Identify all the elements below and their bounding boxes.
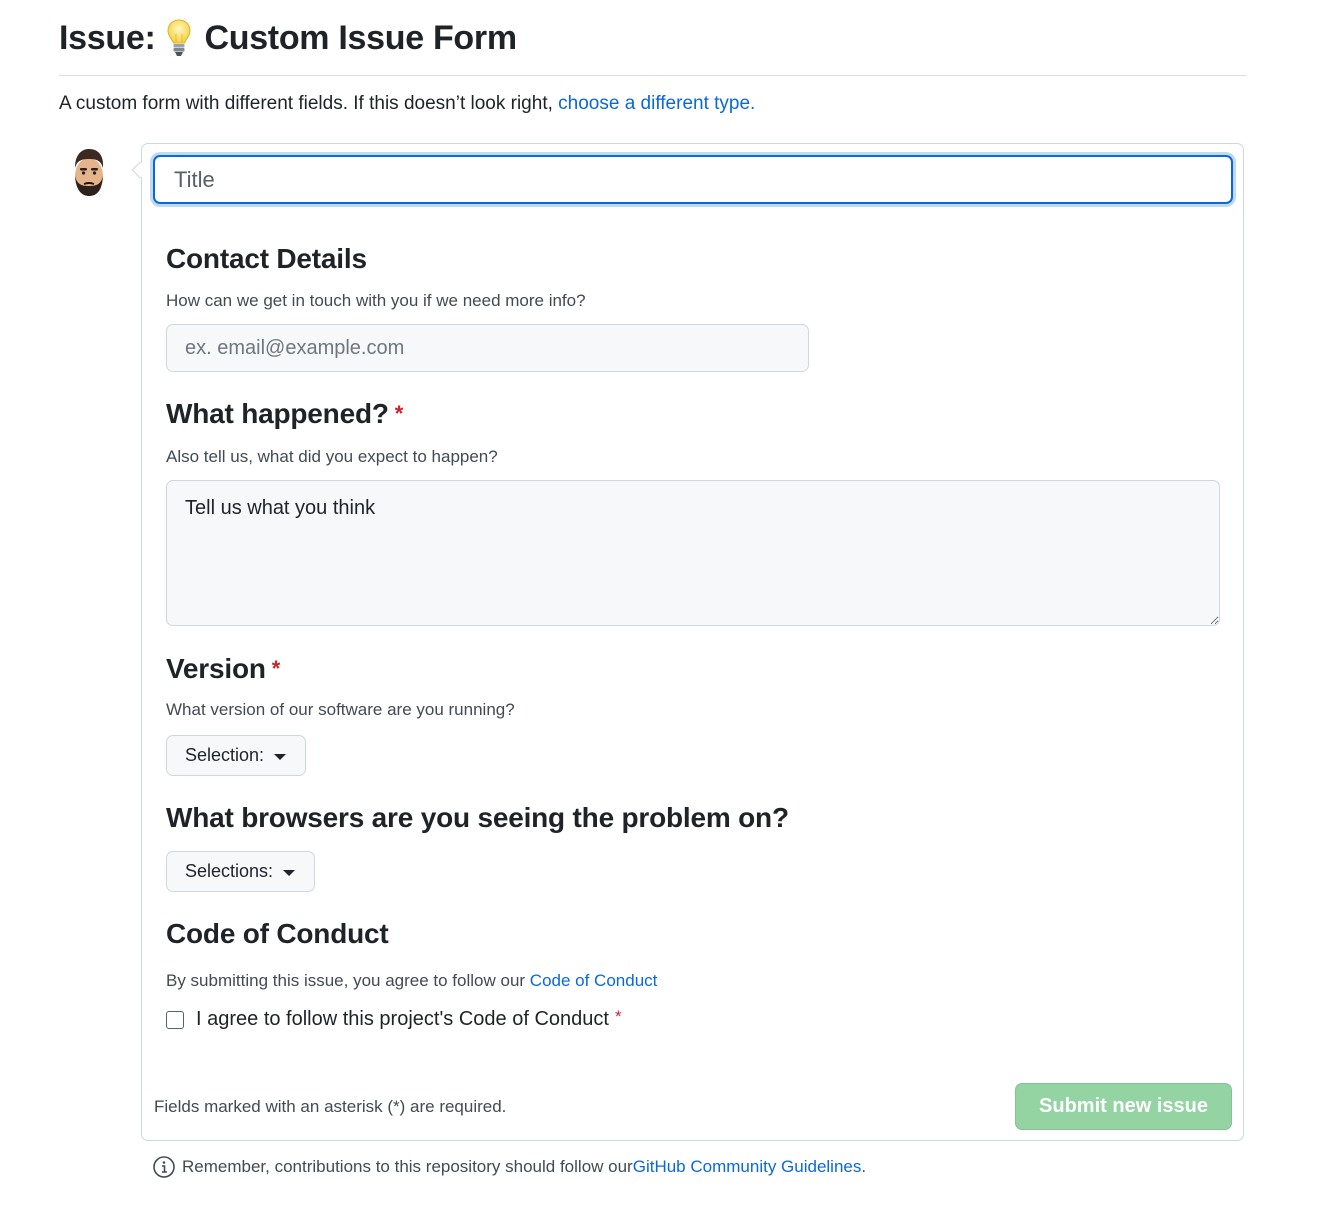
header-divider (59, 75, 1246, 76)
browsers-heading: What browsers are you seeing the problem… (166, 801, 789, 835)
code-of-conduct-agree-row[interactable]: I agree to follow this project's Code of… (166, 1006, 622, 1031)
caret-down-icon (283, 869, 296, 876)
submit-new-issue-button[interactable]: Submit new issue (1015, 1083, 1232, 1130)
page-title: Issue: Custom Issue Form (59, 14, 517, 62)
community-guidelines-end: . (861, 1157, 867, 1176)
contact-email-input[interactable] (166, 324, 809, 372)
choose-different-type-link[interactable]: choose a different type. (558, 93, 755, 114)
code-of-conduct-sentence: By submitting this issue, you agree to f… (166, 971, 530, 990)
code-of-conduct-title: Code of Conduct (166, 918, 389, 949)
what-happened-textarea[interactable] (166, 480, 1220, 626)
contact-details-description: How can we get in touch with you if we n… (166, 291, 586, 310)
version-dropdown-button[interactable]: Selection: (166, 735, 306, 776)
avatar-icon[interactable] (68, 146, 110, 198)
required-asterisk: * (394, 401, 404, 426)
browsers-dropdown-label: Selections: (185, 861, 274, 881)
community-guidelines-text: Remember, contributions to this reposito… (182, 1157, 633, 1176)
intro-sentence: A custom form with different fields. If … (59, 93, 559, 114)
community-guidelines-note: Remember, contributions to this reposito… (152, 1155, 866, 1179)
light-bulb-icon (167, 19, 191, 56)
code-of-conduct-heading: Code of Conduct (166, 917, 389, 951)
contact-details-title: Contact Details (166, 243, 367, 274)
page-title-text: Custom Issue Form (204, 19, 517, 57)
code-of-conduct-description: By submitting this issue, you agree to f… (166, 970, 657, 992)
caret-down-icon (274, 753, 287, 760)
browsers-title: What browsers are you seeing the problem… (166, 802, 789, 833)
version-dropdown-label: Selection: (185, 745, 265, 765)
info-icon (153, 1156, 175, 1178)
required-asterisk: * (271, 656, 281, 681)
community-guidelines-link[interactable]: GitHub Community Guidelines (633, 1155, 862, 1179)
intro-text: A custom form with different fields. If … (59, 92, 755, 116)
contact-details-heading: Contact Details (166, 242, 367, 276)
what-happened-description: Also tell us, what did you expect to hap… (166, 447, 498, 466)
browsers-dropdown-button[interactable]: Selections: (166, 851, 315, 892)
version-heading: Version * (166, 652, 280, 686)
what-happened-heading: What happened? * (166, 397, 403, 431)
page-title-prefix: Issue: (59, 19, 156, 57)
code-of-conduct-checkbox-label: I agree to follow this project's Code of… (196, 1008, 609, 1030)
version-title: Version (166, 653, 266, 684)
code-of-conduct-checkbox[interactable] (166, 1010, 184, 1029)
issue-title-input[interactable] (153, 155, 1233, 204)
what-happened-title: What happened? (166, 398, 389, 429)
version-description: What version of our software are you run… (166, 700, 515, 719)
code-of-conduct-link[interactable]: Code of Conduct (530, 971, 658, 990)
required-fields-note: Fields marked with an asterisk (*) are r… (154, 1097, 507, 1116)
required-asterisk: * (614, 1006, 622, 1026)
